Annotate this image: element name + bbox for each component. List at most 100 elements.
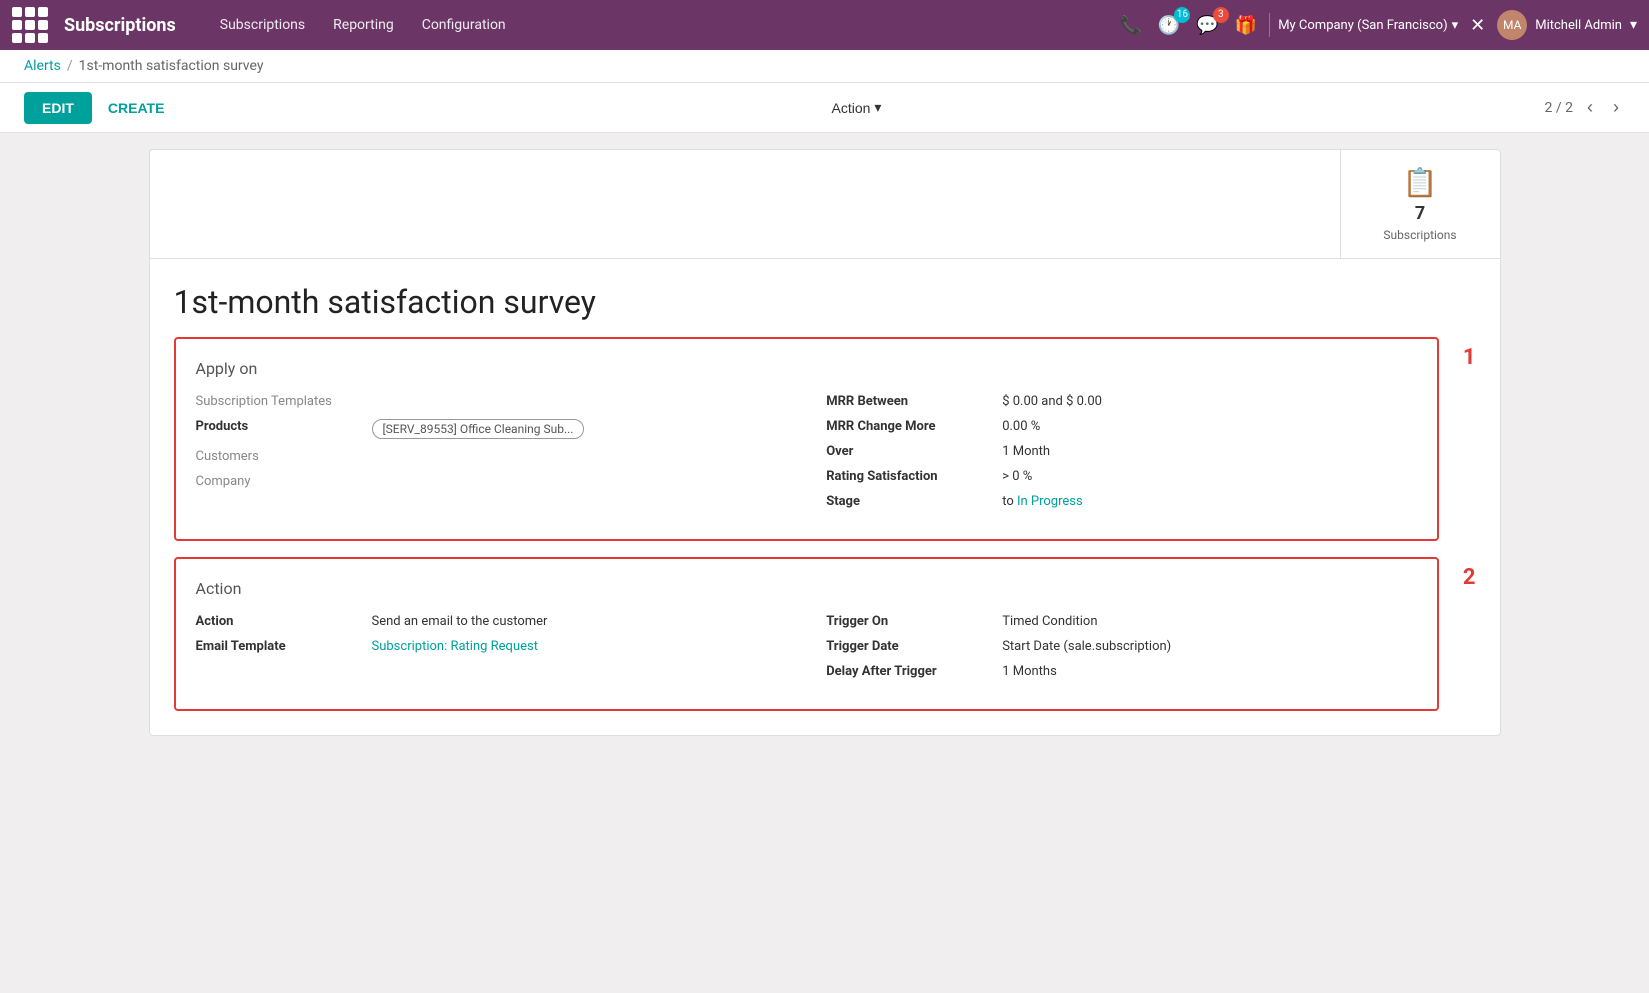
subscriptions-icon: 📋 (1403, 166, 1438, 199)
field-action: Action Send an email to the customer (196, 614, 787, 629)
action-section: Action Action Send an email to the custo… (174, 557, 1439, 711)
mrr-change-label: MRR Change More (826, 419, 986, 434)
section1-number: 1 (1463, 345, 1476, 370)
breadcrumb-parent[interactable]: Alerts (24, 58, 61, 74)
products-label: Products (196, 419, 356, 434)
stage-value: to In Progress (1002, 494, 1083, 509)
section1-wrapper: Apply on Subscription Templates Products… (174, 337, 1476, 541)
company-name: My Company (San Francisco) (1278, 18, 1447, 33)
apply-on-title: Apply on (196, 359, 1417, 378)
pagination: 2 / 2 ‹ › (1545, 95, 1625, 120)
email-template-value[interactable]: Subscription: Rating Request (372, 639, 538, 654)
in-progress-link[interactable]: In Progress (1017, 494, 1083, 509)
field-products: Products [SERV_89553] Office Cleaning Su… (196, 419, 787, 439)
apply-on-section: Apply on Subscription Templates Products… (174, 337, 1439, 541)
close-icon[interactable]: ✕ (1466, 11, 1489, 40)
field-rating: Rating Satisfaction > 0 % (826, 469, 1417, 484)
activity-icon[interactable]: 🕐 16 (1154, 11, 1184, 40)
mrr-between-label: MRR Between (826, 394, 986, 409)
products-value: [SERV_89553] Office Cleaning Sub... (372, 419, 585, 439)
field-email-template: Email Template Subscription: Rating Requ… (196, 639, 787, 654)
action-cols: Action Send an email to the customer Ema… (196, 614, 1417, 689)
field-mrr-change: MRR Change More 0.00 % (826, 419, 1417, 434)
field-trigger-on: Trigger On Timed Condition (826, 614, 1417, 629)
trigger-on-value: Timed Condition (1002, 614, 1097, 629)
trigger-on-label: Trigger On (826, 614, 986, 629)
pagination-next[interactable]: › (1607, 95, 1625, 120)
subscriptions-count: 7 (1415, 203, 1425, 224)
topnav-right: 📞 🕐 16 💬 3 🎁 My Company (San Francisco) … (1116, 10, 1638, 40)
field-company: Company (196, 474, 787, 489)
avatar[interactable]: MA (1497, 10, 1527, 40)
breadcrumb: Alerts / 1st-month satisfaction survey (0, 50, 1649, 83)
subscriptions-side-panel[interactable]: 📋 7 Subscriptions (1340, 150, 1500, 258)
pagination-info: 2 / 2 (1545, 100, 1573, 116)
gift-icon[interactable]: 🎁 (1231, 11, 1261, 40)
nav-reporting[interactable]: Reporting (321, 11, 406, 39)
app-brand: Subscriptions (64, 15, 176, 36)
action-field-value: Send an email to the customer (372, 614, 548, 629)
customers-label: Customers (196, 449, 356, 464)
toolbar: EDIT CREATE Action ▾ 2 / 2 ‹ › (0, 83, 1649, 133)
create-button[interactable]: CREATE (104, 92, 169, 124)
action-title: Action (196, 579, 1417, 598)
messages-icon[interactable]: 💬 3 (1192, 11, 1222, 40)
mrr-change-value: 0.00 % (1002, 419, 1040, 434)
main-content: 📋 7 Subscriptions 1st-month satisfaction… (125, 133, 1525, 752)
apply-on-left: Subscription Templates Products [SERV_89… (196, 394, 787, 519)
action-left: Action Send an email to the customer Ema… (196, 614, 787, 689)
company-label: Company (196, 474, 356, 489)
apps-grid-icon[interactable] (12, 7, 48, 43)
user-name[interactable]: Mitchell Admin (1535, 18, 1622, 33)
action-button-label: Action (832, 100, 871, 116)
sub-templates-label: Subscription Templates (196, 394, 356, 409)
delay-value: 1 Months (1002, 664, 1057, 679)
field-trigger-date: Trigger Date Start Date (sale.subscripti… (826, 639, 1417, 654)
nav-links: Subscriptions Reporting Configuration (208, 11, 1108, 39)
nav-configuration[interactable]: Configuration (410, 11, 518, 39)
activity-badge: 16 (1174, 7, 1190, 23)
field-over: Over 1 Month (826, 444, 1417, 459)
field-subscription-templates: Subscription Templates (196, 394, 787, 409)
apply-on-cols: Subscription Templates Products [SERV_89… (196, 394, 1417, 519)
trigger-date-label: Trigger Date (826, 639, 986, 654)
over-label: Over (826, 444, 986, 459)
company-selector[interactable]: My Company (San Francisco) ▾ (1278, 18, 1458, 33)
phone-icon[interactable]: 📞 (1116, 11, 1146, 40)
field-delay: Delay After Trigger 1 Months (826, 664, 1417, 679)
nav-divider (1269, 13, 1270, 37)
record-title: 1st-month satisfaction survey (150, 259, 1500, 337)
messages-badge: 3 (1213, 7, 1229, 23)
field-customers: Customers (196, 449, 787, 464)
apply-on-right: MRR Between $ 0.00 and $ 0.00 MRR Change… (826, 394, 1417, 519)
pagination-prev[interactable]: ‹ (1581, 95, 1599, 120)
action-right: Trigger On Timed Condition Trigger Date … (826, 614, 1417, 689)
stage-label: Stage (826, 494, 986, 509)
breadcrumb-current: 1st-month satisfaction survey (79, 58, 264, 74)
over-value: 1 Month (1002, 444, 1050, 459)
field-mrr-between: MRR Between $ 0.00 and $ 0.00 (826, 394, 1417, 409)
mrr-between-value: $ 0.00 and $ 0.00 (1002, 394, 1102, 409)
top-navigation: Subscriptions Subscriptions Reporting Co… (0, 0, 1649, 50)
field-stage: Stage to In Progress (826, 494, 1417, 509)
user-chevron-icon: ▾ (1630, 17, 1637, 33)
edit-button[interactable]: EDIT (24, 92, 92, 124)
section2-number: 2 (1463, 565, 1476, 590)
card-header-row: 📋 7 Subscriptions (150, 150, 1500, 259)
company-chevron-icon: ▾ (1452, 18, 1459, 33)
action-button[interactable]: Action ▾ (820, 91, 894, 124)
rating-label: Rating Satisfaction (826, 469, 986, 484)
trigger-date-value: Start Date (sale.subscription) (1002, 639, 1171, 654)
rating-value: > 0 % (1002, 469, 1032, 484)
action-chevron-icon: ▾ (874, 99, 881, 116)
email-template-label: Email Template (196, 639, 356, 654)
nav-subscriptions[interactable]: Subscriptions (208, 11, 317, 39)
record-card: 📋 7 Subscriptions 1st-month satisfaction… (149, 149, 1501, 736)
delay-label: Delay After Trigger (826, 664, 986, 679)
breadcrumb-separator: / (67, 58, 73, 74)
stage-prefix: to (1002, 494, 1017, 509)
product-tag[interactable]: [SERV_89553] Office Cleaning Sub... (372, 419, 585, 439)
action-field-label: Action (196, 614, 356, 629)
subscriptions-label: Subscriptions (1383, 228, 1456, 242)
section2-wrapper: Action Action Send an email to the custo… (174, 557, 1476, 711)
